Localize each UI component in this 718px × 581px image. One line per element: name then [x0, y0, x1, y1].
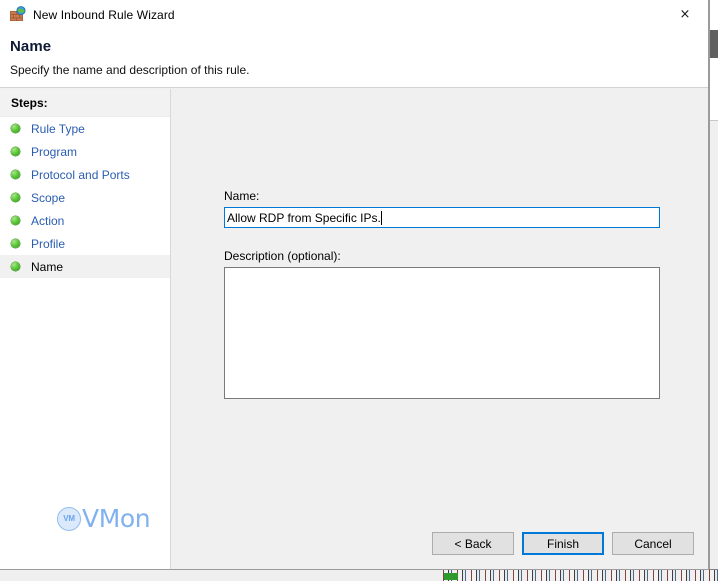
window-title: New Inbound Rule Wizard	[33, 7, 175, 22]
name-field-label: Name:	[224, 189, 260, 203]
page-title: Name	[10, 38, 52, 55]
background-window-edge	[709, 0, 718, 581]
name-input-value: Allow RDP from Specific IPs.	[227, 210, 381, 225]
vmon-badge-icon: VM	[57, 506, 81, 531]
wizard-header: Name Specify the name and description of…	[0, 29, 708, 88]
sidebar-item-rule-type[interactable]: Rule Type	[0, 117, 170, 140]
sidebar-item-label: Program	[31, 144, 78, 159]
background-window-body	[710, 58, 718, 121]
sidebar-item-protocol-and-ports[interactable]: Protocol and Ports	[0, 163, 170, 186]
steps-heading: Steps:	[0, 89, 170, 117]
step-bullet-icon	[11, 216, 20, 225]
sidebar-item-scope[interactable]: Scope	[0, 186, 170, 209]
sidebar-item-action[interactable]: Action	[0, 209, 170, 232]
background-window-toolbar	[710, 30, 718, 58]
step-bullet-icon	[11, 193, 20, 202]
wizard-footer: < Back Finish Cancel	[432, 532, 694, 555]
step-bullet-icon	[11, 124, 20, 133]
name-input[interactable]: Allow RDP from Specific IPs.	[224, 207, 660, 228]
description-field-label: Description (optional):	[224, 249, 341, 263]
sidebar-item-label: Scope	[31, 190, 66, 205]
vmon-watermark: VM VMon	[57, 504, 151, 533]
page-subtitle: Specify the name and description of this…	[10, 63, 250, 77]
vmon-badge-label: VM	[63, 514, 75, 523]
sidebar-item-label: Rule Type	[31, 121, 85, 136]
finish-button[interactable]: Finish	[522, 532, 604, 555]
close-icon: ×	[679, 7, 691, 22]
text-caret	[380, 210, 382, 225]
wizard-body: Steps: Rule Type Program Protocol and Po…	[0, 89, 708, 569]
step-bullet-icon	[11, 239, 20, 248]
sidebar-item-program[interactable]: Program	[0, 140, 170, 163]
rule-name-form: Name: Allow RDP from Specific IPs. Descr…	[224, 189, 660, 399]
title-bar: New Inbound Rule Wizard ×	[0, 0, 708, 29]
step-bullet-icon	[11, 262, 20, 271]
sidebar-item-label: Name	[31, 259, 64, 274]
sidebar-item-name[interactable]: Name	[0, 255, 170, 278]
step-bullet-icon	[11, 147, 20, 156]
firewall-brick-globe-icon	[9, 6, 26, 23]
new-inbound-rule-wizard-window: New Inbound Rule Wizard × Name Specify t…	[0, 0, 709, 570]
background-taskbar-left-blank	[0, 570, 438, 581]
content-panel: Name: Allow RDP from Specific IPs. Descr…	[172, 89, 708, 569]
back-button[interactable]: < Back	[432, 532, 514, 555]
vmon-watermark-label: VMon	[82, 504, 151, 533]
close-button[interactable]: ×	[662, 0, 708, 29]
cancel-button[interactable]: Cancel	[612, 532, 694, 555]
sidebar-item-label: Profile	[31, 236, 66, 251]
sidebar-item-label: Protocol and Ports	[31, 167, 130, 182]
background-taskbar-green-indicator	[444, 573, 458, 580]
description-input[interactable]	[224, 267, 660, 399]
sidebar-item-label: Action	[31, 213, 65, 228]
background-window-titlebar	[710, 0, 718, 30]
sidebar-item-profile[interactable]: Profile	[0, 232, 170, 255]
steps-sidebar: Steps: Rule Type Program Protocol and Po…	[0, 89, 171, 569]
step-bullet-icon	[11, 170, 20, 179]
